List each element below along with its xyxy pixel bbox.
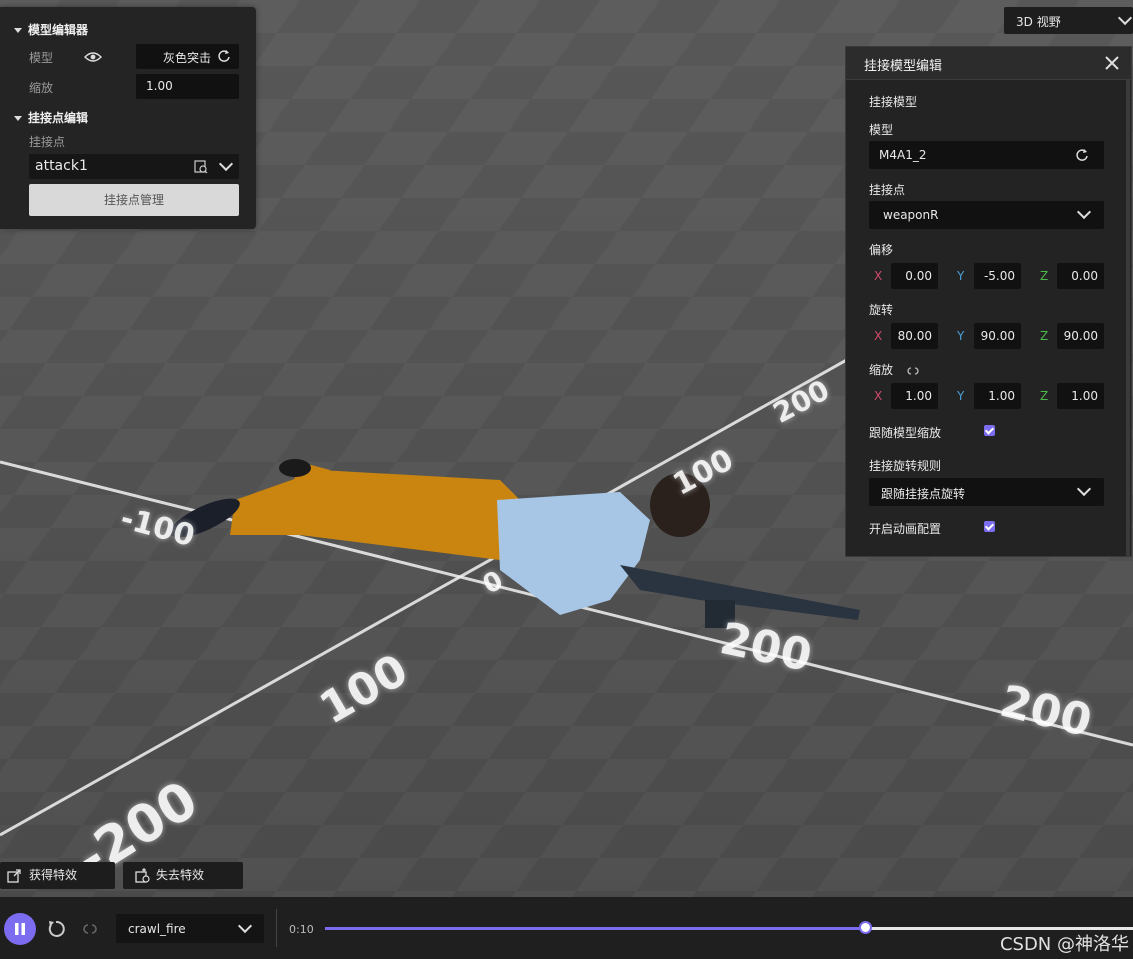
- expand-triangle-icon: [14, 28, 22, 33]
- follow-scale-label: 跟随模型缩放: [869, 426, 942, 440]
- scale-y-input[interactable]: 1.00: [974, 383, 1021, 409]
- follow-scale-checkbox[interactable]: [984, 425, 995, 436]
- refresh-icon[interactable]: [217, 49, 231, 63]
- rotation-y-input[interactable]: 90.00: [974, 323, 1021, 349]
- rotation-rule-select[interactable]: 跟随挂接点旋转: [869, 478, 1104, 506]
- gain-effect-label: 获得特效: [29, 868, 78, 882]
- attach-point-label: 挂接点: [29, 135, 66, 149]
- offset-y-input[interactable]: -5.00: [974, 263, 1021, 289]
- scale-input[interactable]: 1.00: [136, 74, 239, 99]
- rotation-x-input[interactable]: 80.00: [891, 323, 938, 349]
- rotation-label: 旋转: [869, 303, 894, 317]
- export-icon: [7, 869, 21, 883]
- attach-model-select[interactable]: M4A1_2: [869, 141, 1104, 169]
- animation-value: crawl_fire: [128, 922, 186, 936]
- panel-title-bar[interactable]: 挂接模型编辑: [846, 47, 1131, 80]
- attach-point-value: weaponR: [883, 208, 939, 222]
- chevron-down-icon: [237, 918, 253, 934]
- anim-config-label: 开启动画配置: [869, 522, 942, 536]
- model-value: 灰色突击: [162, 51, 211, 65]
- offset-z-input[interactable]: 0.00: [1057, 263, 1104, 289]
- chevron-down-icon: [1117, 10, 1133, 26]
- lose-effect-button[interactable]: 失去特效: [123, 862, 243, 889]
- model-select[interactable]: 灰色突击: [136, 44, 239, 69]
- rotation-rule-label: 挂接旋转规则: [869, 459, 942, 473]
- view-mode-value: 3D 视野: [1016, 15, 1061, 29]
- scale-label-text: 缩放: [869, 363, 894, 377]
- animation-select[interactable]: crawl_fire: [116, 914, 264, 943]
- scale-label: 缩放: [29, 81, 54, 95]
- gain-effect-button[interactable]: 获得特效: [0, 862, 115, 889]
- link-icon[interactable]: [905, 366, 921, 376]
- anim-config-checkbox[interactable]: [984, 521, 995, 532]
- chevron-down-icon: [1076, 204, 1092, 220]
- offset-x-input[interactable]: 0.00: [891, 263, 938, 289]
- axis-z-label: Z: [1040, 329, 1049, 343]
- chevron-down-icon: [1076, 481, 1092, 497]
- pause-icon: [15, 923, 25, 935]
- attach-model-editor-panel: 挂接模型编辑 挂接模型 模型 M4A1_2 挂接点 weaponR 偏移 X 0…: [845, 46, 1132, 557]
- divider: [276, 909, 277, 947]
- model-label: 模型: [29, 51, 54, 65]
- lose-effect-label: 失去特效: [156, 868, 205, 882]
- axis-y-label: Y: [957, 329, 965, 343]
- model-editor-header[interactable]: 模型编辑器: [14, 21, 88, 38]
- search-icon[interactable]: [194, 160, 208, 174]
- replay-icon[interactable]: [46, 919, 66, 939]
- attach-model-value: M4A1_2: [879, 148, 927, 162]
- attach-model-section-title: 挂接模型: [869, 95, 918, 109]
- attach-editor-header[interactable]: 挂接点编辑: [14, 109, 88, 126]
- scrollbar[interactable]: [1126, 80, 1130, 556]
- refresh-icon[interactable]: [1075, 148, 1089, 162]
- scale-label: 缩放: [869, 361, 921, 378]
- model-editor-title: 模型编辑器: [28, 23, 89, 37]
- loop-icon[interactable]: [80, 922, 100, 936]
- axis-y-label: Y: [957, 269, 965, 283]
- scale-x-input[interactable]: 1.00: [891, 383, 938, 409]
- time-readout: 0:10: [289, 923, 314, 936]
- expand-triangle-icon: [14, 116, 22, 121]
- offset-label: 偏移: [869, 243, 894, 257]
- axis-x-label: X: [874, 329, 883, 343]
- axis-x-label: X: [874, 269, 883, 283]
- axis-z-label: Z: [1040, 269, 1049, 283]
- timeline-handle[interactable]: [859, 921, 873, 934]
- attach-editor-title: 挂接点编辑: [28, 111, 89, 125]
- view-mode-select[interactable]: 3D 视野: [1004, 7, 1133, 34]
- timeline-progress: [325, 927, 867, 930]
- attach-point-select[interactable]: weaponR: [869, 201, 1104, 229]
- close-icon[interactable]: [1105, 56, 1119, 70]
- rotation-z-input[interactable]: 90.00: [1057, 323, 1104, 349]
- model-editor-panel: 模型编辑器 模型 灰色突击 缩放 1.00 挂接点编辑 挂接点 attack1 …: [0, 7, 256, 229]
- axis-y-label: Y: [957, 389, 965, 403]
- rotation-rule-value: 跟随挂接点旋转: [881, 487, 966, 501]
- axis-z-label: Z: [1040, 389, 1049, 403]
- scale-z-input[interactable]: 1.00: [1057, 383, 1104, 409]
- attach-point-label: 挂接点: [869, 183, 906, 197]
- panel-title: 挂接模型编辑: [864, 59, 943, 74]
- playback-bar: crawl_fire 0:10: [0, 897, 1133, 959]
- pause-button[interactable]: [4, 913, 36, 945]
- watermark: CSDN @神洛华: [999, 934, 1129, 955]
- axis-x-label: X: [874, 389, 883, 403]
- remove-effect-icon: [135, 868, 150, 883]
- attach-point-select[interactable]: attack1: [29, 154, 239, 179]
- attach-point-value: attack1: [35, 158, 88, 174]
- chevron-down-icon[interactable]: [218, 156, 234, 172]
- model-label: 模型: [869, 123, 894, 137]
- attach-point-manage-button[interactable]: 挂接点管理: [29, 184, 239, 216]
- eye-icon[interactable]: [84, 51, 102, 63]
